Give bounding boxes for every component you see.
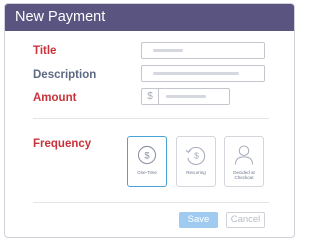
footer-divider xyxy=(33,202,269,203)
description-placeholder xyxy=(153,72,239,75)
description-label: Description xyxy=(33,69,97,81)
description-input[interactable] xyxy=(141,65,265,82)
title-label: Title xyxy=(33,45,57,57)
amount-label: Amount xyxy=(33,92,77,104)
title-input[interactable] xyxy=(141,42,265,59)
svg-text:$: $ xyxy=(194,150,199,160)
dollar-circle-icon: $ xyxy=(137,145,157,165)
svg-text:$: $ xyxy=(144,150,150,161)
frequency-option-label: Decided at Checkout xyxy=(233,170,255,181)
frequency-option-recurring[interactable]: $ Recurring xyxy=(176,136,216,187)
currency-symbol: $ xyxy=(142,89,159,104)
recurring-dollar-icon: $ xyxy=(185,146,206,165)
frequency-option-decided-at-checkout[interactable]: Decided at Checkout xyxy=(224,136,264,187)
frequency-option-label: Recurring xyxy=(186,170,206,175)
new-payment-dialog: New Payment Title Description Amount $ F… xyxy=(4,3,295,238)
section-divider xyxy=(33,118,269,119)
frequency-label: Frequency xyxy=(33,138,92,150)
frequency-option-label: One-Time xyxy=(137,170,157,175)
amount-input[interactable]: $ xyxy=(141,88,230,105)
dialog-title: New Payment xyxy=(15,9,106,25)
title-placeholder xyxy=(153,49,183,52)
cancel-button[interactable]: Cancel xyxy=(226,212,265,228)
person-icon xyxy=(234,145,254,165)
dialog-header: New Payment xyxy=(5,4,294,31)
save-button[interactable]: Save xyxy=(179,212,218,228)
frequency-option-one-time[interactable]: $ One-Time xyxy=(127,136,167,187)
amount-placeholder xyxy=(166,95,206,98)
